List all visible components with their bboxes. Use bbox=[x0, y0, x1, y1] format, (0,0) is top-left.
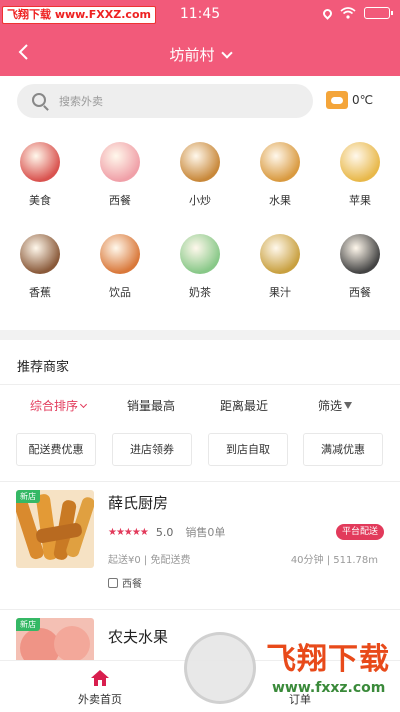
store-name: 薛氏厨房 bbox=[108, 494, 169, 512]
category-label: 香蕉 bbox=[29, 286, 51, 299]
eta-distance: 40分钟 | 511.78m bbox=[290, 555, 378, 566]
store-image: 新店 bbox=[16, 490, 94, 568]
category-label: 苹果 bbox=[349, 194, 371, 207]
category-item[interactable]: 饮品 bbox=[80, 228, 160, 320]
divider bbox=[0, 384, 400, 385]
chip-delivery-discount[interactable]: 配送费优惠 bbox=[16, 433, 96, 466]
category-item[interactable]: 西餐 bbox=[80, 136, 160, 228]
category-item[interactable]: 水果 bbox=[240, 136, 320, 228]
category-label: 西餐 bbox=[109, 194, 131, 207]
status-bar: 飞翔下载 www.FXXZ.com 11:45 bbox=[0, 0, 400, 28]
watermark-brand: 飞翔下载 bbox=[266, 642, 390, 677]
rating-score: 5.0 bbox=[155, 525, 174, 539]
frying-pan-icon bbox=[340, 234, 380, 274]
promo-filters: 配送费优惠 进店领券 到店自取 满减优惠 bbox=[0, 433, 400, 469]
stir-fry-icon bbox=[180, 142, 220, 182]
store-tag-label: 西餐 bbox=[122, 579, 142, 590]
chevron-down-icon bbox=[220, 47, 233, 59]
category-label: 水果 bbox=[269, 194, 291, 207]
sort-distance[interactable]: 距离最近 bbox=[220, 397, 268, 414]
location-pin-icon bbox=[321, 6, 334, 20]
category-label: 美食 bbox=[29, 194, 51, 207]
category-label: 西餐 bbox=[349, 286, 371, 299]
filter-button[interactable]: 筛选 bbox=[318, 397, 353, 414]
category-item[interactable]: 小炒 bbox=[160, 136, 240, 228]
category-label: 奶茶 bbox=[189, 286, 211, 299]
temperature: 0℃ bbox=[352, 93, 374, 107]
watermark-overlay: 飞翔下载 www.fxxz.com bbox=[180, 622, 400, 710]
watermark-url: www.fxxz.com bbox=[272, 680, 386, 696]
chip-full-reduction[interactable]: 满减优惠 bbox=[303, 433, 383, 466]
store-tag: 西餐 bbox=[108, 575, 142, 590]
drink-icon bbox=[100, 234, 140, 274]
sort-bar: 综合排序 销量最高 距离最近 筛选 bbox=[0, 395, 400, 415]
store-card[interactable]: 新店 薛氏厨房 ★★★★★ 5.0 销售0单 平台配送 起送¥0 | 免配送费 … bbox=[0, 490, 400, 608]
category-item[interactable]: 美食 bbox=[0, 136, 80, 228]
weather-cloud-icon bbox=[326, 91, 348, 109]
sort-label: 距离最近 bbox=[220, 399, 269, 413]
search-input[interactable]: 搜索外卖 bbox=[17, 84, 313, 118]
sandwich-icon bbox=[340, 142, 380, 182]
category-label: 小炒 bbox=[189, 194, 211, 207]
category-item[interactable]: 奶茶 bbox=[160, 228, 240, 320]
tag-icon bbox=[108, 577, 118, 588]
category-item[interactable]: 香蕉 bbox=[0, 228, 80, 320]
store-name: 农夫水果 bbox=[108, 628, 169, 646]
category-item[interactable]: 果汁 bbox=[240, 228, 320, 320]
watermark-logo-icon bbox=[184, 632, 256, 704]
header: 飞翔下载 www.FXXZ.com 11:45 坊前村 bbox=[0, 0, 400, 76]
pot-icon bbox=[20, 234, 60, 274]
category-item[interactable]: 苹果 bbox=[320, 136, 400, 228]
chip-store-coupon[interactable]: 进店领券 bbox=[112, 433, 192, 466]
wifi-icon bbox=[340, 7, 356, 19]
chevron-down-icon bbox=[79, 400, 88, 409]
sales-count: 销售0单 bbox=[185, 526, 226, 539]
category-label: 果汁 bbox=[269, 286, 291, 299]
cupcake-icon bbox=[100, 142, 140, 182]
delivery-fee: 起送¥0 | 免配送费 bbox=[108, 555, 191, 566]
search-icon bbox=[32, 93, 46, 107]
location-label: 坊前村 bbox=[169, 46, 215, 64]
nav-home[interactable]: 外卖首页 bbox=[50, 661, 150, 712]
food-basket-icon bbox=[20, 142, 60, 182]
fruit-basket-icon bbox=[260, 234, 300, 274]
star-rating-icon: ★★★★★ bbox=[108, 526, 149, 538]
section-title: 推荐商家 bbox=[17, 360, 70, 375]
new-store-badge: 新店 bbox=[16, 490, 40, 503]
sort-label: 综合排序 bbox=[30, 399, 79, 413]
battery-icon bbox=[364, 7, 393, 19]
category-item[interactable]: 西餐 bbox=[320, 228, 400, 320]
chip-self-pickup[interactable]: 到店自取 bbox=[208, 433, 288, 466]
burger-icon bbox=[260, 142, 300, 182]
category-grid: 美食 西餐 小炒 水果 苹果 香蕉 饮品 奶茶 果汁 西餐 bbox=[0, 136, 400, 320]
sort-label: 销量最高 bbox=[127, 399, 176, 413]
search-placeholder: 搜索外卖 bbox=[59, 95, 103, 108]
category-label: 饮品 bbox=[109, 286, 131, 299]
home-icon bbox=[91, 670, 109, 686]
location-selector[interactable]: 坊前村 bbox=[0, 44, 400, 65]
filter-label: 筛选 bbox=[318, 399, 343, 413]
sort-comprehensive[interactable]: 综合排序 bbox=[30, 397, 88, 414]
divider bbox=[0, 609, 400, 610]
noodle-bowl-icon bbox=[180, 234, 220, 274]
filter-funnel-icon bbox=[344, 402, 353, 409]
divider bbox=[0, 481, 400, 482]
rating-row: ★★★★★ 5.0 销售0单 bbox=[108, 524, 225, 540]
weather-widget: 0℃ bbox=[326, 91, 373, 109]
nav-home-label: 外卖首页 bbox=[78, 693, 122, 706]
new-store-badge: 新店 bbox=[16, 618, 40, 631]
status-icons bbox=[321, 6, 393, 20]
sort-sales[interactable]: 销量最高 bbox=[127, 397, 175, 414]
platform-delivery-badge: 平台配送 bbox=[335, 524, 384, 540]
search-and-categories: 搜索外卖 0℃ 美食 西餐 小炒 水果 苹果 香蕉 饮品 奶茶 果汁 西餐 bbox=[0, 76, 400, 330]
